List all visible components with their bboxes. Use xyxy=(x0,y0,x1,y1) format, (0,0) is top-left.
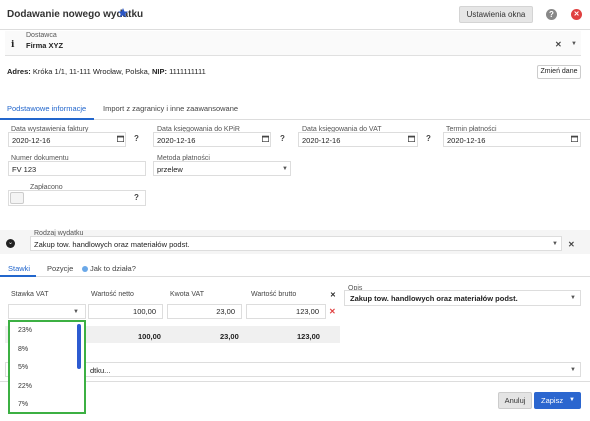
col-gross: Wartość brutto xyxy=(251,291,297,298)
how-it-works-link[interactable]: Jak to działa? xyxy=(82,264,136,273)
close-icon[interactable]: ✕ xyxy=(571,9,582,20)
change-data-button[interactable]: Zmień dane xyxy=(537,65,581,79)
col-net: Wartość netto xyxy=(91,291,134,298)
col-vat-amount: Kwota VAT xyxy=(170,291,204,298)
vat-option[interactable]: 8% xyxy=(18,346,28,353)
bottom-dropdown-icon[interactable]: ▼ xyxy=(570,367,576,373)
supplier-value: Firma XYZ xyxy=(26,41,64,50)
supplier-field[interactable] xyxy=(5,31,581,56)
address-value: Króka 1/1, 11-111 Wrocław, Polska, xyxy=(32,67,150,76)
kpir-date-value: 2020-12-16 xyxy=(157,136,196,145)
vat-amount-input[interactable]: 23,00 xyxy=(167,304,242,319)
how-it-works-label: Jak to działa? xyxy=(90,264,136,273)
payment-dropdown-icon[interactable]: ▼ xyxy=(282,166,288,172)
description-dropdown-icon[interactable]: ▼ xyxy=(570,295,576,301)
save-label: Zapisz xyxy=(541,396,564,405)
tab-active-indicator xyxy=(0,118,94,120)
gross-value-input[interactable]: 123,00 xyxy=(246,304,326,319)
supplier-dropdown-icon[interactable]: ▼ xyxy=(571,41,577,47)
dropdown-scrollbar[interactable] xyxy=(77,324,81,369)
collapse-chevron-icon[interactable]: ⌄ xyxy=(6,239,15,248)
column-remove-icon[interactable]: ✕ xyxy=(330,291,336,299)
tab-rates[interactable]: Stawki xyxy=(8,264,30,273)
vat-date-help-icon[interactable]: ? xyxy=(426,134,431,143)
issue-date-help-icon[interactable]: ? xyxy=(134,134,139,143)
vat-option[interactable]: 23% xyxy=(18,327,32,334)
calendar-icon[interactable] xyxy=(117,135,124,144)
nip-label: NIP: xyxy=(151,67,167,76)
total-gross: 123,00 xyxy=(297,332,320,341)
address-line: Adres: Króka 1/1, 11-111 Wrocław, Polska… xyxy=(7,67,206,76)
total-vat: 23,00 xyxy=(220,332,239,341)
expense-type-value: Zakup tow. handlowych oraz materiałów po… xyxy=(34,240,190,249)
tab-active-indicator xyxy=(0,275,36,277)
vat-option[interactable]: 7% xyxy=(18,401,28,408)
supplier-clear-icon[interactable]: ✕ xyxy=(555,40,562,49)
issue-date-value: 2020-12-16 xyxy=(12,136,51,145)
calendar-icon[interactable] xyxy=(408,135,415,144)
total-net: 100,00 xyxy=(138,332,161,341)
vat-date-value: 2020-12-16 xyxy=(302,136,341,145)
paid-checkbox[interactable] xyxy=(10,192,24,204)
supplier-label: Dostawca xyxy=(26,32,57,39)
vat-option[interactable]: 22% xyxy=(18,383,32,390)
paid-help-icon[interactable]: ? xyxy=(134,193,139,202)
description-value: Zakup tow. handlowych oraz materiałów po… xyxy=(350,294,518,303)
help-icon[interactable]: ? xyxy=(546,9,557,20)
expense-type-clear-icon[interactable]: ✕ xyxy=(568,240,575,249)
tab-basic-info[interactable]: Podstawowe informacje xyxy=(7,104,86,113)
favorite-star-icon[interactable] xyxy=(117,7,129,21)
vat-rate-dropdown-icon[interactable]: ▼ xyxy=(73,309,79,315)
vat-option[interactable]: 5% xyxy=(18,364,28,371)
calendar-icon[interactable] xyxy=(571,135,578,144)
tab-items[interactable]: Pozycje xyxy=(47,264,73,273)
nip-value: 1111111111 xyxy=(169,67,206,76)
bottom-select-value: dtku... xyxy=(90,366,111,375)
address-label: Adres: xyxy=(7,67,31,76)
main-tabs xyxy=(0,100,590,120)
paid-field xyxy=(8,190,146,206)
net-value-input[interactable]: 100,00 xyxy=(88,304,163,319)
due-date-value: 2020-12-16 xyxy=(447,136,486,145)
col-vat-rate: Stawka VAT xyxy=(11,291,49,298)
expense-type-dropdown-icon[interactable]: ▼ xyxy=(552,241,558,247)
cancel-button[interactable]: Anuluj xyxy=(498,392,532,409)
window-settings-button[interactable]: Ustawienia okna xyxy=(459,6,533,23)
save-button[interactable]: Zapisz ▼ xyxy=(534,392,581,409)
info-icon: i xyxy=(11,40,15,50)
row-remove-icon[interactable]: ✕ xyxy=(329,307,336,316)
doc-number-value: FV 123 xyxy=(12,165,37,174)
kpir-date-help-icon[interactable]: ? xyxy=(280,134,285,143)
save-dropdown-icon[interactable]: ▼ xyxy=(569,392,575,409)
info-icon xyxy=(82,266,88,273)
calendar-icon[interactable] xyxy=(262,135,269,144)
tab-import-advanced[interactable]: Import z zagranicy i inne zaawansowane xyxy=(103,104,238,113)
payment-method-value: przelew xyxy=(157,165,183,174)
